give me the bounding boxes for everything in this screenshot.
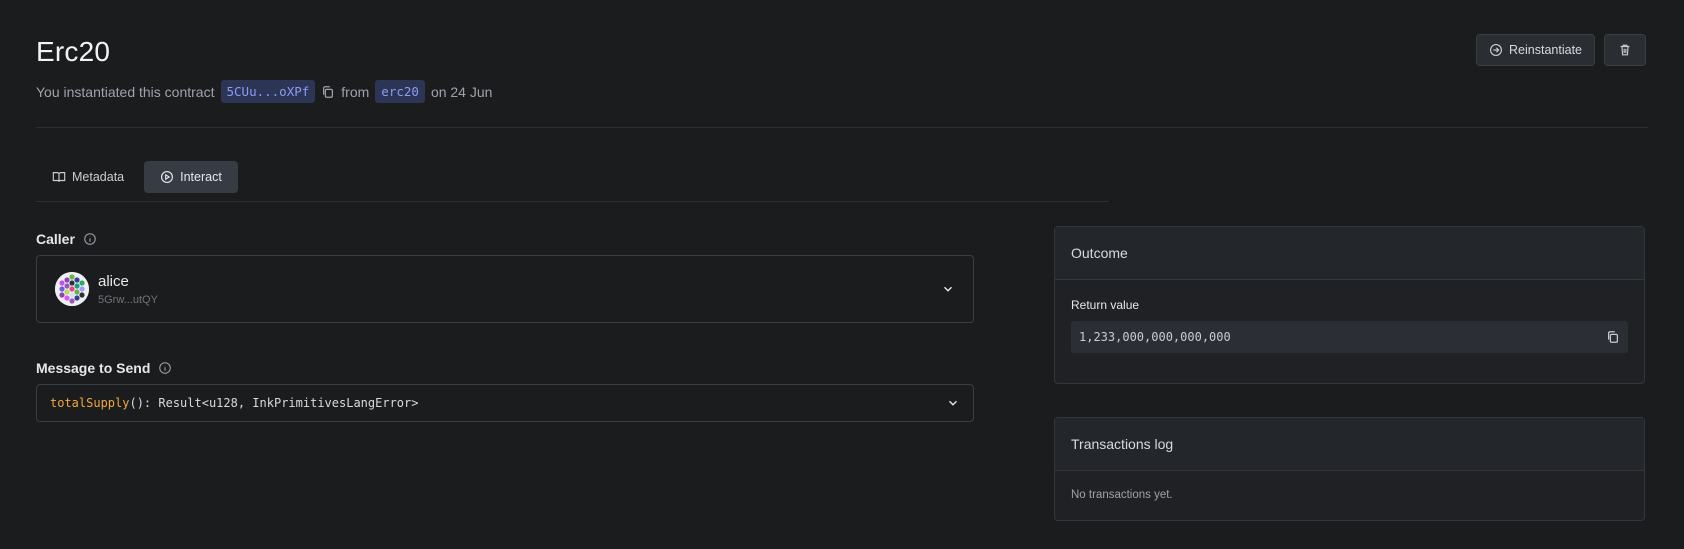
caller-label-text: Caller [36, 231, 75, 247]
reinstantiate-label: Reinstantiate [1509, 43, 1582, 57]
return-value: 1,233,000,000,000,000 [1079, 330, 1231, 344]
contract-address: 5CUu...oXPf [220, 80, 316, 103]
outcome-panel: Outcome Return value 1,233,000,000,000,0… [1054, 226, 1645, 384]
transactions-empty: No transactions yet. [1071, 489, 1173, 501]
copy-icon[interactable] [1606, 330, 1620, 344]
outcome-body: Return value 1,233,000,000,000,000 [1055, 280, 1644, 353]
avatar [55, 272, 89, 306]
tab-bar: Metadata Interact [36, 161, 1109, 202]
chevron-down-icon[interactable] [946, 396, 960, 410]
header-divider [36, 127, 1648, 128]
chevron-down-icon[interactable] [941, 282, 955, 296]
return-value-box: 1,233,000,000,000,000 [1071, 321, 1628, 353]
info-icon[interactable] [158, 361, 172, 375]
tab-metadata-label: Metadata [72, 170, 125, 184]
reinstantiate-button[interactable]: Reinstantiate [1476, 34, 1595, 66]
tab-metadata[interactable]: Metadata [36, 161, 140, 193]
trash-icon [1618, 43, 1632, 57]
transactions-panel: Transactions log No transactions yet. [1054, 417, 1645, 521]
copy-icon[interactable] [321, 85, 335, 99]
contract-subtitle: You instantiated this contract 5CUu...oX… [36, 80, 1648, 103]
caller-text: alice 5Grw...utQY [98, 273, 158, 306]
outcome-title: Outcome [1055, 227, 1644, 280]
subtitle-prefix: You instantiated this contract [36, 83, 215, 100]
transactions-title: Transactions log [1055, 418, 1644, 471]
caller-label: Caller [36, 231, 97, 247]
caller-name: alice [98, 272, 129, 290]
message-label: Message to Send [36, 360, 172, 376]
arrow-circle-icon [1489, 43, 1503, 57]
info-icon[interactable] [83, 232, 97, 246]
caller-address: 5Grw...utQY [98, 293, 158, 306]
return-value-label: Return value [1071, 298, 1140, 312]
from-text: from [341, 83, 370, 100]
page-title: Erc20 [36, 36, 111, 67]
message-label-text: Message to Send [36, 360, 151, 376]
caller-select[interactable]: alice 5Grw...utQY [36, 255, 974, 323]
header-actions: Reinstantiate [1476, 34, 1646, 66]
tab-interact[interactable]: Interact [144, 161, 238, 193]
book-icon [52, 170, 66, 184]
date-text: on 24 Jun [430, 83, 493, 100]
play-circle-icon [160, 170, 174, 184]
message-fn-name: totalSupply [50, 396, 130, 410]
delete-button[interactable] [1604, 34, 1646, 66]
page-header: Erc20 You instantiated this contract 5CU… [36, 36, 1648, 103]
code-name[interactable]: erc20 [375, 80, 425, 103]
message-signature: (): Result<u128, InkPrimitivesLangError> [129, 396, 419, 410]
message-select[interactable]: totalSupply (): Result<u128, InkPrimitiv… [36, 384, 974, 422]
tab-interact-label: Interact [180, 170, 222, 184]
